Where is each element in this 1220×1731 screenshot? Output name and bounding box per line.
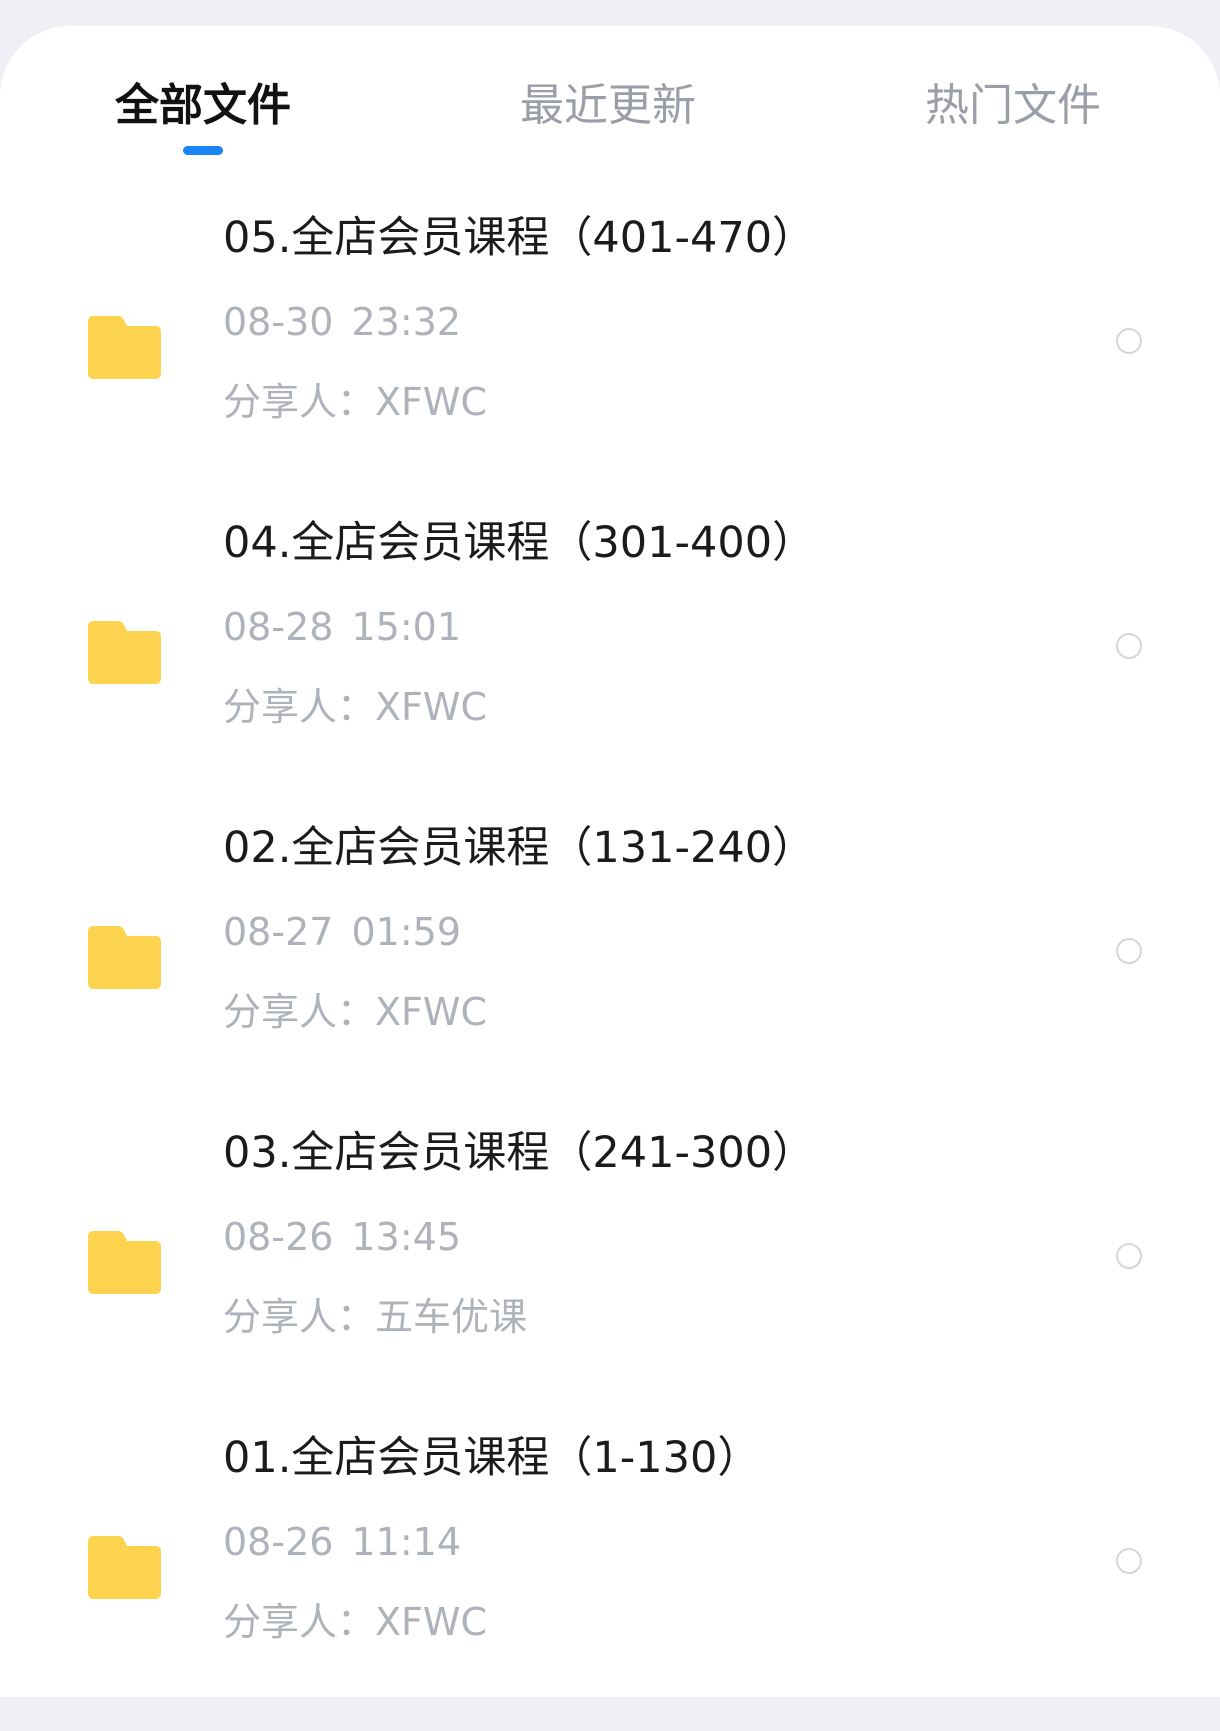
file-modified-time: 08-28 15:01 [223, 605, 462, 649]
file-name: 05.全店会员课程（401-470） [223, 213, 816, 263]
file-name: 01.全店会员课程（1-130） [223, 1433, 761, 1483]
file-modified-time: 08-26 11:14 [223, 1520, 462, 1564]
select-radio[interactable] [1116, 938, 1142, 964]
tab-all-files[interactable]: 全部文件 [115, 78, 291, 134]
tab-bar: 全部文件 最近更新 热门文件 [0, 26, 1220, 176]
file-sharer: 分享人：XFWC [223, 1600, 487, 1644]
file-sharer: 分享人：XFWC [223, 990, 487, 1034]
folder-icon [88, 1231, 161, 1294]
select-radio[interactable] [1116, 633, 1142, 659]
file-modified-time: 08-26 13:45 [223, 1215, 462, 1259]
select-radio[interactable] [1116, 1243, 1142, 1269]
select-radio[interactable] [1116, 1548, 1142, 1574]
file-row[interactable]: 05.全店会员课程（401-470） 08-30 23:32 分享人：XFWC [0, 206, 1220, 511]
file-name: 04.全店会员课程（301-400） [223, 518, 816, 568]
file-name: 02.全店会员课程（131-240） [223, 823, 816, 873]
file-modified-time: 08-27 01:59 [223, 910, 462, 954]
tab-hot-files[interactable]: 热门文件 [925, 78, 1101, 134]
file-sharer: 分享人：XFWC [223, 685, 487, 729]
file-row[interactable]: 03.全店会员课程（241-300） 08-26 13:45 分享人：五车优课 [0, 1121, 1220, 1426]
active-tab-indicator [183, 146, 223, 155]
folder-icon [88, 316, 161, 379]
select-radio[interactable] [1116, 328, 1142, 354]
folder-icon [88, 621, 161, 684]
file-row[interactable]: 04.全店会员课程（301-400） 08-28 15:01 分享人：XFWC [0, 511, 1220, 816]
tab-recent-updates[interactable]: 最近更新 [520, 78, 696, 134]
folder-icon [88, 1536, 161, 1599]
file-sharer: 分享人：XFWC [223, 380, 487, 424]
folder-icon [88, 926, 161, 989]
file-row[interactable]: 01.全店会员课程（1-130） 08-26 11:14 分享人：XFWC [0, 1426, 1220, 1731]
file-name: 03.全店会员课程（241-300） [223, 1128, 816, 1178]
file-row[interactable]: 02.全店会员课程（131-240） 08-27 01:59 分享人：XFWC [0, 816, 1220, 1121]
file-modified-time: 08-30 23:32 [223, 300, 462, 344]
file-list-sheet: 全部文件 最近更新 热门文件 05.全店会员课程（401-470） 08-30 … [0, 26, 1220, 1697]
file-sharer: 分享人：五车优课 [223, 1295, 528, 1339]
